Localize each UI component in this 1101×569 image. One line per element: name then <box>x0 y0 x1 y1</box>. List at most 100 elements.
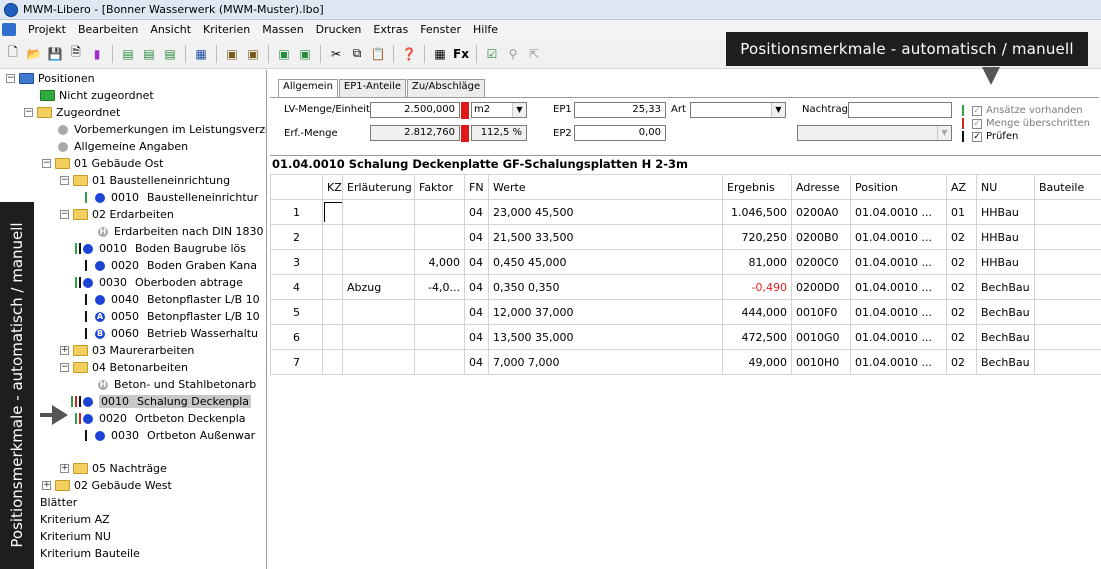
tree-node-kriterium-az[interactable]: Kriterium AZ <box>40 511 110 528</box>
position-cell[interactable]: 01.04.0010 ... <box>850 299 947 325</box>
pruefen-checkbox[interactable]: ✓ <box>972 131 982 142</box>
table-row[interactable]: 2 04 21,500 33,500 720,250 0200B0 01.04.0010 … <box>270 224 1101 250</box>
table-row[interactable]: 6 04 13,500 35,000 472,500 0010G0 01.04.0010 … <box>270 324 1101 350</box>
tree-node-beton-0030[interactable]: 0030 Ortbeton Außenwar <box>85 427 255 444</box>
col-werte[interactable]: Werte <box>488 174 723 200</box>
nu-cell[interactable]: HHBau <box>976 199 1035 225</box>
tab-ep1-anteile[interactable]: EP1-Anteile <box>338 79 406 97</box>
grid-icon[interactable]: ▦ <box>192 45 210 63</box>
tree-node-erd-0030[interactable]: 0030 Oberboden abtrage <box>75 274 243 291</box>
books-icon[interactable]: ▮ <box>88 45 106 63</box>
az-cell[interactable]: 02 <box>946 299 977 325</box>
col-az[interactable]: AZ <box>946 174 977 200</box>
position-cell[interactable]: 01.04.0010 ... <box>850 349 947 375</box>
tree-node-kriterium-bauteile[interactable]: Kriterium Bauteile <box>40 545 140 562</box>
fn-cell[interactable]: 04 <box>464 224 489 250</box>
tree-node-erd-0060[interactable]: B 0060 Betrieb Wasserhaltu <box>85 325 258 342</box>
check-icon[interactable]: ☑ <box>483 45 501 63</box>
tree-node-beton-0010[interactable]: 0010 Schalung Deckenpla <box>71 393 252 410</box>
tree-node-beton-0020[interactable]: 0020 Ortbeton Deckenpla <box>75 410 246 427</box>
tool-icon-6[interactable]: ▣ <box>275 45 293 63</box>
werte-cell[interactable]: 23,000 45,500 <box>488 199 723 225</box>
werte-cell[interactable]: 21,500 33,500 <box>488 224 723 250</box>
tree-node-erd-din[interactable]: H Erdarbeiten nach DIN 1830 <box>98 223 264 240</box>
faktor-cell[interactable] <box>414 299 465 325</box>
cut-icon[interactable]: ✂ <box>327 45 345 63</box>
az-cell[interactable]: 01 <box>946 199 977 225</box>
faktor-cell[interactable] <box>414 199 465 225</box>
ep1-field[interactable]: 25,33 <box>574 102 666 118</box>
position-cell[interactable]: 01.04.0010 ... <box>850 274 947 300</box>
kz-cell[interactable] <box>322 199 343 225</box>
az-cell[interactable]: 02 <box>946 349 977 375</box>
adresse-cell[interactable]: 0200A0 <box>791 199 851 225</box>
collapse-icon[interactable]: − <box>24 108 33 117</box>
context-help-icon[interactable]: ⇱ <box>525 45 543 63</box>
menu-hilfe[interactable]: Hilfe <box>467 23 504 36</box>
az-cell[interactable]: 02 <box>946 324 977 350</box>
menu-bearbeiten[interactable]: Bearbeiten <box>72 23 144 36</box>
ergebnis-cell[interactable]: 81,000 <box>722 249 792 275</box>
adresse-cell[interactable]: 0200D0 <box>791 274 851 300</box>
fn-cell[interactable]: 04 <box>464 324 489 350</box>
col-faktor[interactable]: Faktor <box>414 174 465 200</box>
tree-node-nicht-zugeordnet[interactable]: Nicht zugeordnet <box>40 87 154 104</box>
adresse-cell[interactable]: 0010F0 <box>791 299 851 325</box>
collapse-icon[interactable]: − <box>60 363 69 372</box>
tree-node-erd-0020[interactable]: 0020 Boden Graben Kana <box>85 257 257 274</box>
col-adresse[interactable]: Adresse <box>791 174 851 200</box>
menu-massen[interactable]: Massen <box>256 23 309 36</box>
save-icon[interactable]: 💾 <box>46 45 64 63</box>
kz-cell[interactable] <box>322 249 343 275</box>
col-ergebnis[interactable]: Ergebnis <box>722 174 792 200</box>
az-cell[interactable]: 02 <box>946 224 977 250</box>
faktor-cell[interactable]: 4,000 <box>414 249 465 275</box>
tab-zu-abschlaege[interactable]: Zu/Abschläge <box>406 79 486 97</box>
menu-fenster[interactable]: Fenster <box>414 23 467 36</box>
tree-node-positionen[interactable]: − Positionen <box>6 70 95 87</box>
tool-icon-3[interactable]: ▤ <box>161 45 179 63</box>
page-icon[interactable]: 🗎 <box>67 45 85 63</box>
erlaeuterung-cell[interactable]: Abzug <box>342 274 415 300</box>
col-position[interactable]: Position <box>850 174 947 200</box>
art-select[interactable]: ▼ <box>690 102 786 118</box>
bauteile-cell[interactable] <box>1034 224 1101 250</box>
ergebnis-cell[interactable]: -0,490 <box>722 274 792 300</box>
tree-node-gebaeude-ost[interactable]: − 01 Gebäude Ost <box>42 155 163 172</box>
adresse-cell[interactable]: 0200B0 <box>791 224 851 250</box>
kz-edit-box[interactable] <box>324 202 342 222</box>
tree-node-nachtraege[interactable]: + 05 Nachträge <box>60 460 167 477</box>
collapse-icon[interactable]: − <box>60 176 69 185</box>
ep2-field[interactable]: 0,00 <box>574 125 666 141</box>
search-icon[interactable]: ⚲ <box>504 45 522 63</box>
faktor-cell[interactable] <box>414 349 465 375</box>
tab-allgemein[interactable]: Allgemein <box>278 79 338 98</box>
az-cell[interactable]: 02 <box>946 249 977 275</box>
erlaeuterung-cell[interactable] <box>342 299 415 325</box>
table-row[interactable]: 4 Abzug -4,0... 04 0,350 0,350 -0,490 0200D0 01… <box>270 274 1101 300</box>
position-cell[interactable]: 01.04.0010 ... <box>850 199 947 225</box>
position-cell[interactable]: 01.04.0010 ... <box>850 324 947 350</box>
col-fn[interactable]: FN <box>464 174 489 200</box>
tree-node-erd-0050[interactable]: A 0050 Betonpflaster L/B 10 <box>85 308 260 325</box>
col-bauteile[interactable]: Bauteile <box>1034 174 1101 200</box>
tree-node-erd-0010[interactable]: 0010 Boden Baugrube lös <box>75 240 246 257</box>
tree-node-beton-stahl[interactable]: H Beton- und Stahlbetonarb <box>98 376 256 393</box>
werte-cell[interactable]: 0,350 0,350 <box>488 274 723 300</box>
expand-icon[interactable]: + <box>60 464 69 473</box>
adresse-cell[interactable]: 0200C0 <box>791 249 851 275</box>
fn-cell[interactable]: 04 <box>464 349 489 375</box>
erlaeuterung-cell[interactable] <box>342 249 415 275</box>
tree-node-baustelle[interactable]: − 01 Baustelleneinrichtung <box>60 172 230 189</box>
fn-cell[interactable]: 04 <box>464 249 489 275</box>
chevron-down-icon[interactable]: ▼ <box>771 103 785 117</box>
tree-node-allgemeine[interactable]: Allgemeine Angaben <box>58 138 188 155</box>
tree-node-zugeordnet[interactable]: − Zugeordnet <box>24 104 120 121</box>
bauteile-cell[interactable] <box>1034 274 1101 300</box>
fn-cell[interactable]: 04 <box>464 274 489 300</box>
nu-cell[interactable]: BechBau <box>976 299 1035 325</box>
tool-icon-1[interactable]: ▤ <box>119 45 137 63</box>
lv-menge-field[interactable]: 2.500,000 <box>370 102 460 118</box>
tree-node-erd-0040[interactable]: 0040 Betonpflaster L/B 10 <box>85 291 260 308</box>
menu-projekt[interactable]: Projekt <box>22 23 72 36</box>
